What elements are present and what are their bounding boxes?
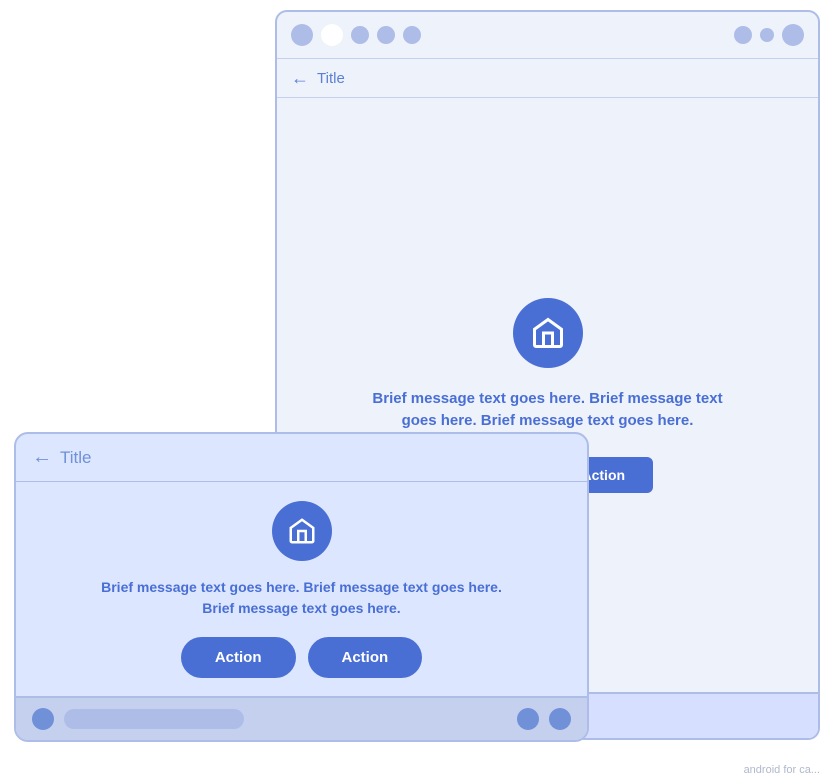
bottom-dot-1 (32, 708, 54, 730)
action-buttons-front: Action Action (181, 637, 422, 678)
bottom-dot-2 (517, 708, 539, 730)
home-icon-front (287, 516, 317, 546)
status-dot-3 (351, 26, 369, 44)
status-dot-r2 (760, 28, 774, 42)
action-button-1-front[interactable]: Action (181, 637, 296, 678)
status-dot-r3 (782, 24, 804, 46)
front-screen: ← Title Brief message text goes here. Br… (14, 432, 589, 742)
bottom-bar-left (32, 708, 244, 730)
status-dot-5 (403, 26, 421, 44)
status-dots-right (734, 24, 804, 46)
back-arrow-icon[interactable]: ← (291, 68, 309, 89)
watermark: android for ca... (744, 764, 820, 776)
bottom-bar-right (517, 708, 571, 730)
nav-bar-back: ← Title (277, 58, 818, 98)
home-icon-back (530, 315, 566, 351)
status-dot-r1 (734, 26, 752, 44)
action-button-2-front[interactable]: Action (308, 637, 423, 678)
back-arrow-icon-front[interactable]: ← (32, 446, 52, 469)
status-dot-1 (291, 24, 313, 46)
status-dot-4 (377, 26, 395, 44)
status-dot-2 (321, 24, 343, 46)
status-dots-left (291, 24, 421, 46)
home-icon-circle-back (513, 298, 583, 368)
bottom-dot-3 (549, 708, 571, 730)
nav-title-back: Title (317, 70, 345, 87)
message-text-back: Brief message text goes here. Brief mess… (368, 388, 728, 433)
nav-bar-front: ← Title (16, 434, 587, 482)
message-text-front: Brief message text goes here. Brief mess… (92, 577, 512, 619)
status-bar-back (277, 12, 818, 58)
nav-title-front: Title (60, 448, 92, 468)
bottom-bar-pill (64, 709, 244, 729)
bottom-bar-front (16, 696, 587, 740)
content-area-front: Brief message text goes here. Brief mess… (16, 482, 587, 696)
home-icon-circle-front (272, 501, 332, 561)
